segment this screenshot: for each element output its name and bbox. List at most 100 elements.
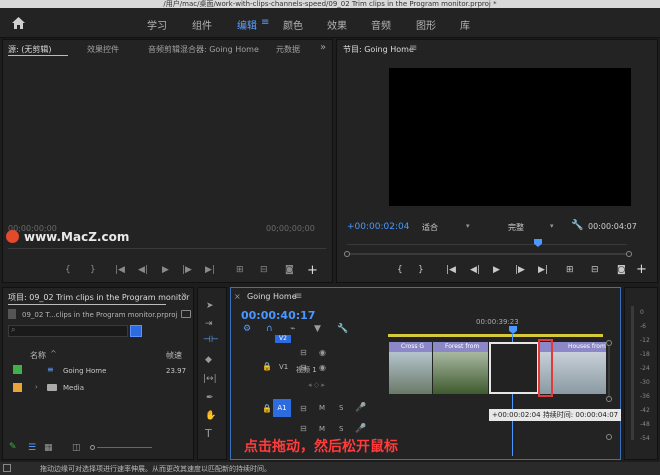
program-step-forward-icon[interactable]: |▶ (515, 265, 525, 275)
fit-select-chevron-icon[interactable]: ▾ (466, 222, 470, 230)
work-area-bar[interactable] (388, 334, 603, 337)
clip-forest-from[interactable]: fx Forest from (433, 342, 488, 394)
track-scroll-handle[interactable] (606, 434, 612, 440)
wrench-icon[interactable]: 🔧 (571, 220, 583, 231)
workspace-menu-icon[interactable]: ≡ (261, 17, 269, 28)
workspace-tab-libraries[interactable]: 库 (460, 17, 470, 32)
insert-icon[interactable]: ⊞ (236, 265, 244, 275)
lift-icon[interactable]: ⊞ (566, 265, 574, 275)
program-go-to-out-icon[interactable]: ▶| (538, 265, 548, 275)
freeform-view-icon[interactable]: ◫ (72, 443, 81, 453)
mark-in-icon[interactable]: { (65, 265, 71, 275)
workspace-tab-audio[interactable]: 音频 (371, 17, 391, 32)
sequence-tab[interactable]: Going Home (247, 292, 297, 301)
go-to-in-icon[interactable]: |◀ (115, 265, 125, 275)
keyframe-nav-icon[interactable]: ◂ ◇ ▸ (308, 380, 325, 390)
track-target-v2[interactable]: V2 (275, 335, 291, 343)
sequence-menu-icon[interactable]: ≡ (294, 291, 302, 302)
project-overflow-icon[interactable]: » (181, 290, 187, 301)
zoom-slider[interactable] (97, 447, 152, 448)
overwrite-icon[interactable]: ⊟ (260, 265, 268, 275)
workspace-tab-color[interactable]: 颜色 (283, 17, 303, 32)
track-v1-label[interactable]: V1 (279, 363, 288, 371)
program-timecode[interactable]: +00:00:02:04 (347, 222, 409, 232)
solo-button[interactable]: S (339, 425, 343, 433)
workspace-tab-editing[interactable]: 编辑 (237, 17, 257, 32)
add-marker-icon[interactable]: ▼ (314, 324, 321, 334)
nest-icon[interactable]: ⚙ (243, 324, 251, 334)
linked-selection-icon[interactable]: ⌁ (290, 324, 295, 334)
step-forward-icon[interactable]: |▶ (182, 265, 192, 275)
timeline-timecode[interactable]: 00:00:40:17 (241, 309, 315, 322)
sync-lock-icon[interactable]: ⊟ (300, 348, 307, 358)
lock-icon[interactable]: 🔒 (262, 404, 272, 414)
icon-view-icon[interactable]: ▦ (44, 443, 53, 453)
program-ruler[interactable] (347, 244, 627, 245)
home-icon[interactable] (12, 17, 25, 29)
mute-button[interactable]: M (319, 404, 325, 412)
razor-tool-icon[interactable]: ◆ (205, 355, 212, 365)
tab-metadata[interactable]: 元数据 (276, 44, 300, 55)
program-mark-in-icon[interactable]: { (397, 265, 403, 275)
track-select-tool-icon[interactable]: ⇥ (205, 319, 213, 329)
project-panel-title[interactable]: 项目: 09_02 Trim clips in the Program moni… (8, 292, 189, 303)
tab-effect-controls[interactable]: 效果控件 (87, 44, 119, 55)
tab-source[interactable]: 源: (无剪辑) (8, 44, 51, 55)
workspace-tab-effects[interactable]: 效果 (327, 17, 347, 32)
column-rate-header[interactable]: 帧速 (166, 350, 182, 361)
export-frame-icon[interactable]: ◙ (285, 265, 294, 275)
pen-tool-icon[interactable]: ✒ (206, 393, 214, 403)
program-zoom-handle-right[interactable] (626, 251, 632, 257)
trim-gap-outline[interactable] (489, 342, 539, 394)
zoom-slider-handle[interactable] (90, 445, 95, 450)
new-bin-icon[interactable] (181, 310, 191, 318)
column-name-header[interactable]: 名称 (30, 350, 46, 361)
panel-overflow-icon[interactable]: » (320, 42, 326, 53)
program-add-button-icon[interactable]: + (636, 262, 647, 277)
workspace-tab-assembly[interactable]: 组件 (192, 17, 212, 32)
program-mark-out-icon[interactable]: } (418, 265, 424, 275)
project-search-input[interactable] (8, 325, 128, 337)
extract-icon[interactable]: ⊟ (591, 265, 599, 275)
program-panel-menu-icon[interactable]: ≡ (409, 43, 417, 54)
list-view-icon[interactable]: ☰ (28, 443, 36, 453)
video-track-scrollbar[interactable] (608, 346, 610, 396)
quality-select-chevron-icon[interactable]: ▾ (550, 222, 554, 230)
close-sequence-icon[interactable]: × (234, 292, 241, 301)
quality-select[interactable]: 完整 (508, 222, 524, 233)
program-play-icon[interactable]: ▶ (493, 265, 500, 275)
selection-tool-icon[interactable]: ➤ (206, 301, 214, 311)
tab-audio-clip-mixer[interactable]: 音频剪辑混合器: Going Home (148, 44, 259, 55)
slip-tool-icon[interactable]: |↔| (203, 374, 217, 384)
hand-tool-icon[interactable]: ✋ (205, 411, 216, 421)
ripple-edit-tool-icon[interactable]: ⊣⊢ (203, 335, 219, 345)
lock-icon[interactable]: 🔒 (262, 362, 272, 372)
program-go-to-in-icon[interactable]: |◀ (446, 265, 456, 275)
fit-select[interactable]: 适合 (422, 222, 438, 233)
pencil-icon[interactable]: ✎ (9, 442, 17, 452)
find-button-icon[interactable] (130, 325, 142, 337)
solo-button[interactable]: S (339, 404, 343, 412)
workspace-tab-learn[interactable]: 学习 (147, 17, 167, 32)
program-zoom-bar[interactable] (350, 253, 626, 255)
disclosure-triangle-icon[interactable]: › (35, 383, 38, 391)
mark-out-icon[interactable]: } (90, 265, 96, 275)
step-back-icon[interactable]: ◀| (138, 265, 148, 275)
program-step-back-icon[interactable]: ◀| (470, 265, 480, 275)
mute-button[interactable]: M (319, 425, 325, 433)
microphone-icon[interactable]: 🎤 (355, 403, 366, 413)
add-button-icon[interactable]: + (307, 263, 318, 278)
track-scroll-handle[interactable] (606, 396, 612, 402)
sync-lock-icon[interactable]: ⊟ (300, 404, 307, 414)
program-export-frame-icon[interactable]: ◙ (617, 265, 626, 275)
track-target-a1[interactable]: A1 (273, 399, 291, 417)
microphone-icon[interactable]: 🎤 (355, 424, 366, 434)
type-tool-icon[interactable]: T (205, 428, 212, 439)
program-panel-title[interactable]: 节目: Going Home (343, 44, 414, 55)
eye-icon[interactable]: ◉ (319, 348, 326, 358)
sort-chevron-icon[interactable]: ^ (50, 349, 57, 358)
play-icon[interactable]: ▶ (162, 265, 169, 275)
timeline-settings-wrench-icon[interactable]: 🔧 (337, 324, 348, 334)
snap-icon[interactable]: ∩ (266, 324, 273, 334)
workspace-tab-graphics[interactable]: 图形 (416, 17, 436, 32)
